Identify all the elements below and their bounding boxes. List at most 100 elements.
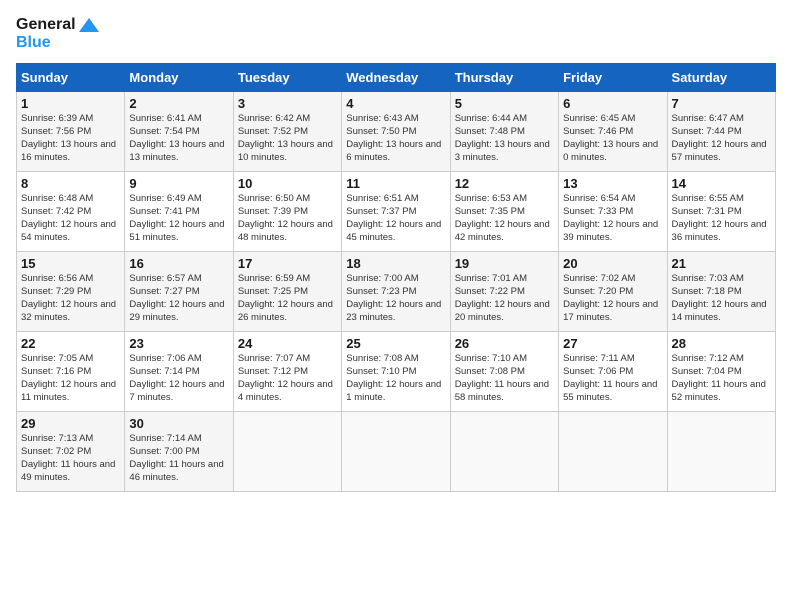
day-number: 30 bbox=[129, 416, 228, 431]
cell-details: Sunrise: 6:53 AMSunset: 7:35 PMDaylight:… bbox=[455, 193, 554, 244]
cell-details: Sunrise: 6:47 AMSunset: 7:44 PMDaylight:… bbox=[672, 113, 771, 164]
cell-details: Sunrise: 6:39 AMSunset: 7:56 PMDaylight:… bbox=[21, 113, 120, 164]
calendar-cell: 13 Sunrise: 6:54 AMSunset: 7:33 PMDaylig… bbox=[559, 172, 667, 252]
calendar-cell: 14 Sunrise: 6:55 AMSunset: 7:31 PMDaylig… bbox=[667, 172, 775, 252]
day-number: 9 bbox=[129, 176, 228, 191]
day-number: 8 bbox=[21, 176, 120, 191]
calendar-cell: 3 Sunrise: 6:42 AMSunset: 7:52 PMDayligh… bbox=[233, 92, 341, 172]
calendar-cell bbox=[559, 412, 667, 492]
cell-details: Sunrise: 6:56 AMSunset: 7:29 PMDaylight:… bbox=[21, 273, 120, 324]
calendar-cell: 12 Sunrise: 6:53 AMSunset: 7:35 PMDaylig… bbox=[450, 172, 558, 252]
cell-details: Sunrise: 7:03 AMSunset: 7:18 PMDaylight:… bbox=[672, 273, 771, 324]
calendar-cell: 23 Sunrise: 7:06 AMSunset: 7:14 PMDaylig… bbox=[125, 332, 233, 412]
cell-details: Sunrise: 7:12 AMSunset: 7:04 PMDaylight:… bbox=[672, 353, 771, 404]
cell-details: Sunrise: 6:42 AMSunset: 7:52 PMDaylight:… bbox=[238, 113, 337, 164]
cell-details: Sunrise: 7:07 AMSunset: 7:12 PMDaylight:… bbox=[238, 353, 337, 404]
page-header: General Blue bbox=[16, 16, 776, 51]
day-number: 3 bbox=[238, 96, 337, 111]
cell-details: Sunrise: 7:05 AMSunset: 7:16 PMDaylight:… bbox=[21, 353, 120, 404]
calendar-row: 15 Sunrise: 6:56 AMSunset: 7:29 PMDaylig… bbox=[17, 252, 776, 332]
calendar-cell: 10 Sunrise: 6:50 AMSunset: 7:39 PMDaylig… bbox=[233, 172, 341, 252]
calendar-cell bbox=[342, 412, 450, 492]
day-number: 10 bbox=[238, 176, 337, 191]
weekday-header: Thursday bbox=[450, 64, 558, 92]
logo-general: General bbox=[16, 16, 99, 34]
cell-details: Sunrise: 6:48 AMSunset: 7:42 PMDaylight:… bbox=[21, 193, 120, 244]
day-number: 28 bbox=[672, 336, 771, 351]
calendar-cell bbox=[233, 412, 341, 492]
calendar-row: 1 Sunrise: 6:39 AMSunset: 7:56 PMDayligh… bbox=[17, 92, 776, 172]
calendar-cell: 1 Sunrise: 6:39 AMSunset: 7:56 PMDayligh… bbox=[17, 92, 125, 172]
day-number: 1 bbox=[21, 96, 120, 111]
day-number: 25 bbox=[346, 336, 445, 351]
cell-details: Sunrise: 6:45 AMSunset: 7:46 PMDaylight:… bbox=[563, 113, 662, 164]
calendar-cell bbox=[667, 412, 775, 492]
cell-details: Sunrise: 6:51 AMSunset: 7:37 PMDaylight:… bbox=[346, 193, 445, 244]
day-number: 18 bbox=[346, 256, 445, 271]
calendar-cell: 21 Sunrise: 7:03 AMSunset: 7:18 PMDaylig… bbox=[667, 252, 775, 332]
calendar-cell: 27 Sunrise: 7:11 AMSunset: 7:06 PMDaylig… bbox=[559, 332, 667, 412]
day-number: 2 bbox=[129, 96, 228, 111]
cell-details: Sunrise: 7:11 AMSunset: 7:06 PMDaylight:… bbox=[563, 353, 662, 404]
calendar-cell: 18 Sunrise: 7:00 AMSunset: 7:23 PMDaylig… bbox=[342, 252, 450, 332]
calendar-row: 8 Sunrise: 6:48 AMSunset: 7:42 PMDayligh… bbox=[17, 172, 776, 252]
weekday-header: Sunday bbox=[17, 64, 125, 92]
weekday-header: Saturday bbox=[667, 64, 775, 92]
calendar-cell: 24 Sunrise: 7:07 AMSunset: 7:12 PMDaylig… bbox=[233, 332, 341, 412]
calendar-row: 29 Sunrise: 7:13 AMSunset: 7:02 PMDaylig… bbox=[17, 412, 776, 492]
calendar-cell: 11 Sunrise: 6:51 AMSunset: 7:37 PMDaylig… bbox=[342, 172, 450, 252]
cell-details: Sunrise: 7:13 AMSunset: 7:02 PMDaylight:… bbox=[21, 433, 120, 484]
day-number: 14 bbox=[672, 176, 771, 191]
day-number: 15 bbox=[21, 256, 120, 271]
calendar-cell: 6 Sunrise: 6:45 AMSunset: 7:46 PMDayligh… bbox=[559, 92, 667, 172]
day-number: 11 bbox=[346, 176, 445, 191]
cell-details: Sunrise: 6:55 AMSunset: 7:31 PMDaylight:… bbox=[672, 193, 771, 244]
cell-details: Sunrise: 7:06 AMSunset: 7:14 PMDaylight:… bbox=[129, 353, 228, 404]
cell-details: Sunrise: 7:10 AMSunset: 7:08 PMDaylight:… bbox=[455, 353, 554, 404]
day-number: 21 bbox=[672, 256, 771, 271]
logo-blue: Blue bbox=[16, 34, 99, 52]
day-number: 26 bbox=[455, 336, 554, 351]
weekday-header: Tuesday bbox=[233, 64, 341, 92]
day-number: 27 bbox=[563, 336, 662, 351]
calendar-cell: 15 Sunrise: 6:56 AMSunset: 7:29 PMDaylig… bbox=[17, 252, 125, 332]
day-number: 22 bbox=[21, 336, 120, 351]
cell-details: Sunrise: 6:57 AMSunset: 7:27 PMDaylight:… bbox=[129, 273, 228, 324]
cell-details: Sunrise: 7:00 AMSunset: 7:23 PMDaylight:… bbox=[346, 273, 445, 324]
cell-details: Sunrise: 7:08 AMSunset: 7:10 PMDaylight:… bbox=[346, 353, 445, 404]
calendar-cell: 28 Sunrise: 7:12 AMSunset: 7:04 PMDaylig… bbox=[667, 332, 775, 412]
cell-details: Sunrise: 7:14 AMSunset: 7:00 PMDaylight:… bbox=[129, 433, 228, 484]
calendar-cell: 25 Sunrise: 7:08 AMSunset: 7:10 PMDaylig… bbox=[342, 332, 450, 412]
cell-details: Sunrise: 6:44 AMSunset: 7:48 PMDaylight:… bbox=[455, 113, 554, 164]
calendar-header: SundayMondayTuesdayWednesdayThursdayFrid… bbox=[17, 64, 776, 92]
calendar-row: 22 Sunrise: 7:05 AMSunset: 7:16 PMDaylig… bbox=[17, 332, 776, 412]
cell-details: Sunrise: 6:49 AMSunset: 7:41 PMDaylight:… bbox=[129, 193, 228, 244]
calendar-cell: 22 Sunrise: 7:05 AMSunset: 7:16 PMDaylig… bbox=[17, 332, 125, 412]
calendar-cell: 26 Sunrise: 7:10 AMSunset: 7:08 PMDaylig… bbox=[450, 332, 558, 412]
cell-details: Sunrise: 6:59 AMSunset: 7:25 PMDaylight:… bbox=[238, 273, 337, 324]
calendar-cell: 30 Sunrise: 7:14 AMSunset: 7:00 PMDaylig… bbox=[125, 412, 233, 492]
calendar-cell: 19 Sunrise: 7:01 AMSunset: 7:22 PMDaylig… bbox=[450, 252, 558, 332]
cell-details: Sunrise: 6:41 AMSunset: 7:54 PMDaylight:… bbox=[129, 113, 228, 164]
calendar-cell: 8 Sunrise: 6:48 AMSunset: 7:42 PMDayligh… bbox=[17, 172, 125, 252]
cell-details: Sunrise: 7:01 AMSunset: 7:22 PMDaylight:… bbox=[455, 273, 554, 324]
day-number: 16 bbox=[129, 256, 228, 271]
calendar-cell: 17 Sunrise: 6:59 AMSunset: 7:25 PMDaylig… bbox=[233, 252, 341, 332]
logo: General Blue bbox=[16, 16, 99, 51]
day-number: 24 bbox=[238, 336, 337, 351]
day-number: 23 bbox=[129, 336, 228, 351]
cell-details: Sunrise: 6:54 AMSunset: 7:33 PMDaylight:… bbox=[563, 193, 662, 244]
calendar-cell bbox=[450, 412, 558, 492]
day-number: 4 bbox=[346, 96, 445, 111]
calendar-cell: 5 Sunrise: 6:44 AMSunset: 7:48 PMDayligh… bbox=[450, 92, 558, 172]
day-number: 20 bbox=[563, 256, 662, 271]
day-number: 6 bbox=[563, 96, 662, 111]
calendar-cell: 16 Sunrise: 6:57 AMSunset: 7:27 PMDaylig… bbox=[125, 252, 233, 332]
day-number: 19 bbox=[455, 256, 554, 271]
day-number: 17 bbox=[238, 256, 337, 271]
cell-details: Sunrise: 6:43 AMSunset: 7:50 PMDaylight:… bbox=[346, 113, 445, 164]
calendar-cell: 9 Sunrise: 6:49 AMSunset: 7:41 PMDayligh… bbox=[125, 172, 233, 252]
calendar-cell: 7 Sunrise: 6:47 AMSunset: 7:44 PMDayligh… bbox=[667, 92, 775, 172]
weekday-header: Friday bbox=[559, 64, 667, 92]
cell-details: Sunrise: 6:50 AMSunset: 7:39 PMDaylight:… bbox=[238, 193, 337, 244]
